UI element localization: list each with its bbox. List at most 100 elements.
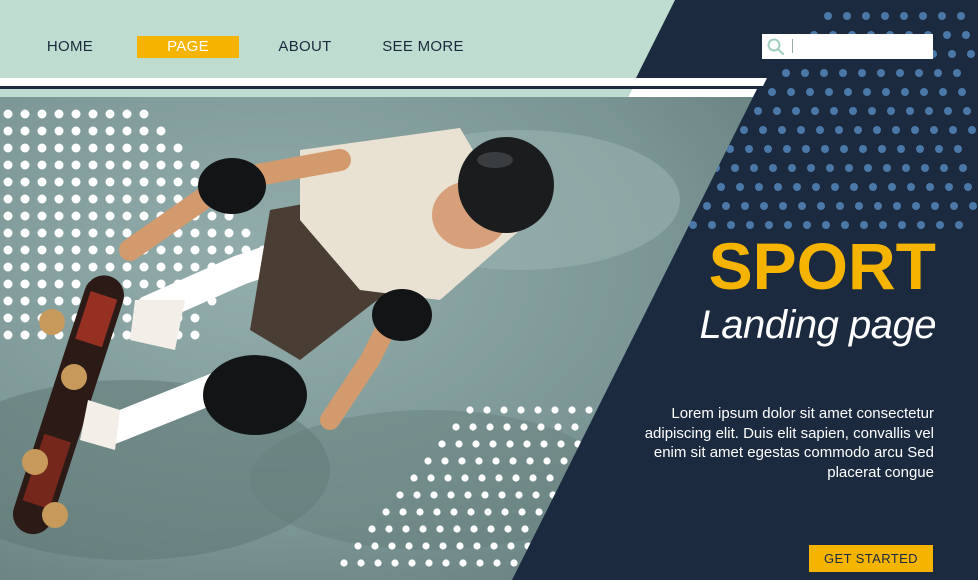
pattern-dot [850,183,858,191]
pattern-dot [931,202,939,210]
pattern-dot [139,211,149,221]
pattern-dot [896,69,904,77]
pattern-dot [741,202,749,210]
pattern-dot [71,143,81,153]
pattern-dot [3,211,13,221]
nav-about[interactable]: ABOUT [270,36,340,58]
pattern-dot [529,474,537,482]
pattern-dot [54,279,64,289]
pattern-dot [887,107,895,115]
pattern-dot [845,164,853,172]
pattern-dot [461,474,469,482]
pattern-dot [949,126,957,134]
pattern-dot [484,508,492,516]
pattern-dot [487,525,495,533]
pattern-dot [20,330,30,340]
pattern-dot [71,126,81,136]
pattern-dot [156,245,166,255]
pattern-dot [945,183,953,191]
pattern-dot [817,202,825,210]
pattern-dot [843,12,851,20]
hero-description: Lorem ipsum dolor sit amet consectetur a… [644,405,934,481]
pattern-dot [862,12,870,20]
pattern-dot [472,440,480,448]
pattern-dot [105,126,115,136]
pattern-dot [520,423,528,431]
pattern-dot [139,160,149,170]
pattern-dot [874,202,882,210]
pattern-dot [105,177,115,187]
pattern-dot [938,12,946,20]
pattern-dot [456,542,464,550]
pattern-dot [540,440,548,448]
pattern-dot [787,88,795,96]
pattern-dot [459,559,467,567]
nav-home[interactable]: HOME [38,36,102,58]
pattern-dot [190,228,200,238]
pattern-dot [413,491,421,499]
pattern-dot [571,423,579,431]
pattern-dot [921,164,929,172]
pattern-dot [425,559,433,567]
pattern-dot [122,211,132,221]
search-icon[interactable] [766,37,786,57]
pattern-dot [509,457,517,465]
pattern-dot [357,559,365,567]
pattern-dot [173,177,183,187]
pattern-dot [20,313,30,323]
pattern-dot [207,211,217,221]
pattern-dot [71,262,81,272]
pattern-dot [3,296,13,306]
pattern-dot [492,457,500,465]
pattern-dot [881,12,889,20]
pattern-dot [20,126,30,136]
pattern-dot [849,107,857,115]
pattern-dot [855,202,863,210]
pattern-dot [773,107,781,115]
pattern-dot [901,88,909,96]
pattern-dot [71,160,81,170]
pattern-dot [156,194,166,204]
pattern-dot [537,423,545,431]
pattern-dot [433,508,441,516]
pattern-dot [54,228,64,238]
pattern-dot [897,145,905,153]
search-input[interactable] [792,36,928,56]
search-box[interactable] [762,34,933,59]
pattern-dot [37,109,47,119]
pattern-dot [835,126,843,134]
pattern-dot [788,164,796,172]
pattern-dot [535,508,543,516]
pattern-dot [3,330,13,340]
pattern-dot [3,177,13,187]
pattern-dot [20,160,30,170]
pattern-dot [940,164,948,172]
pattern-dot [806,88,814,96]
pattern-dot [893,202,901,210]
pattern-dot [71,279,81,289]
pattern-dot [518,508,526,516]
pattern-dot [54,143,64,153]
pattern-dot [37,228,47,238]
pattern-dot [943,31,951,39]
pattern-dot [71,296,81,306]
pattern-dot [156,126,166,136]
pattern-dot [207,228,217,238]
pattern-dot [442,559,450,567]
pattern-dot [371,542,379,550]
pattern-dot [105,194,115,204]
pattern-dot [557,440,565,448]
pattern-dot [500,406,508,414]
pattern-dot [402,525,410,533]
pattern-dot [473,542,481,550]
pattern-dot [962,31,970,39]
pattern-dot [88,143,98,153]
pattern-dot [20,143,30,153]
nav-page[interactable]: PAGE [137,36,239,58]
nav-see-more[interactable]: SEE MORE [378,36,468,58]
pattern-dot [498,491,506,499]
pattern-dot [3,194,13,204]
get-started-button[interactable]: GET STARTED [809,545,933,572]
pattern-dot [122,262,132,272]
pattern-dot [797,126,805,134]
